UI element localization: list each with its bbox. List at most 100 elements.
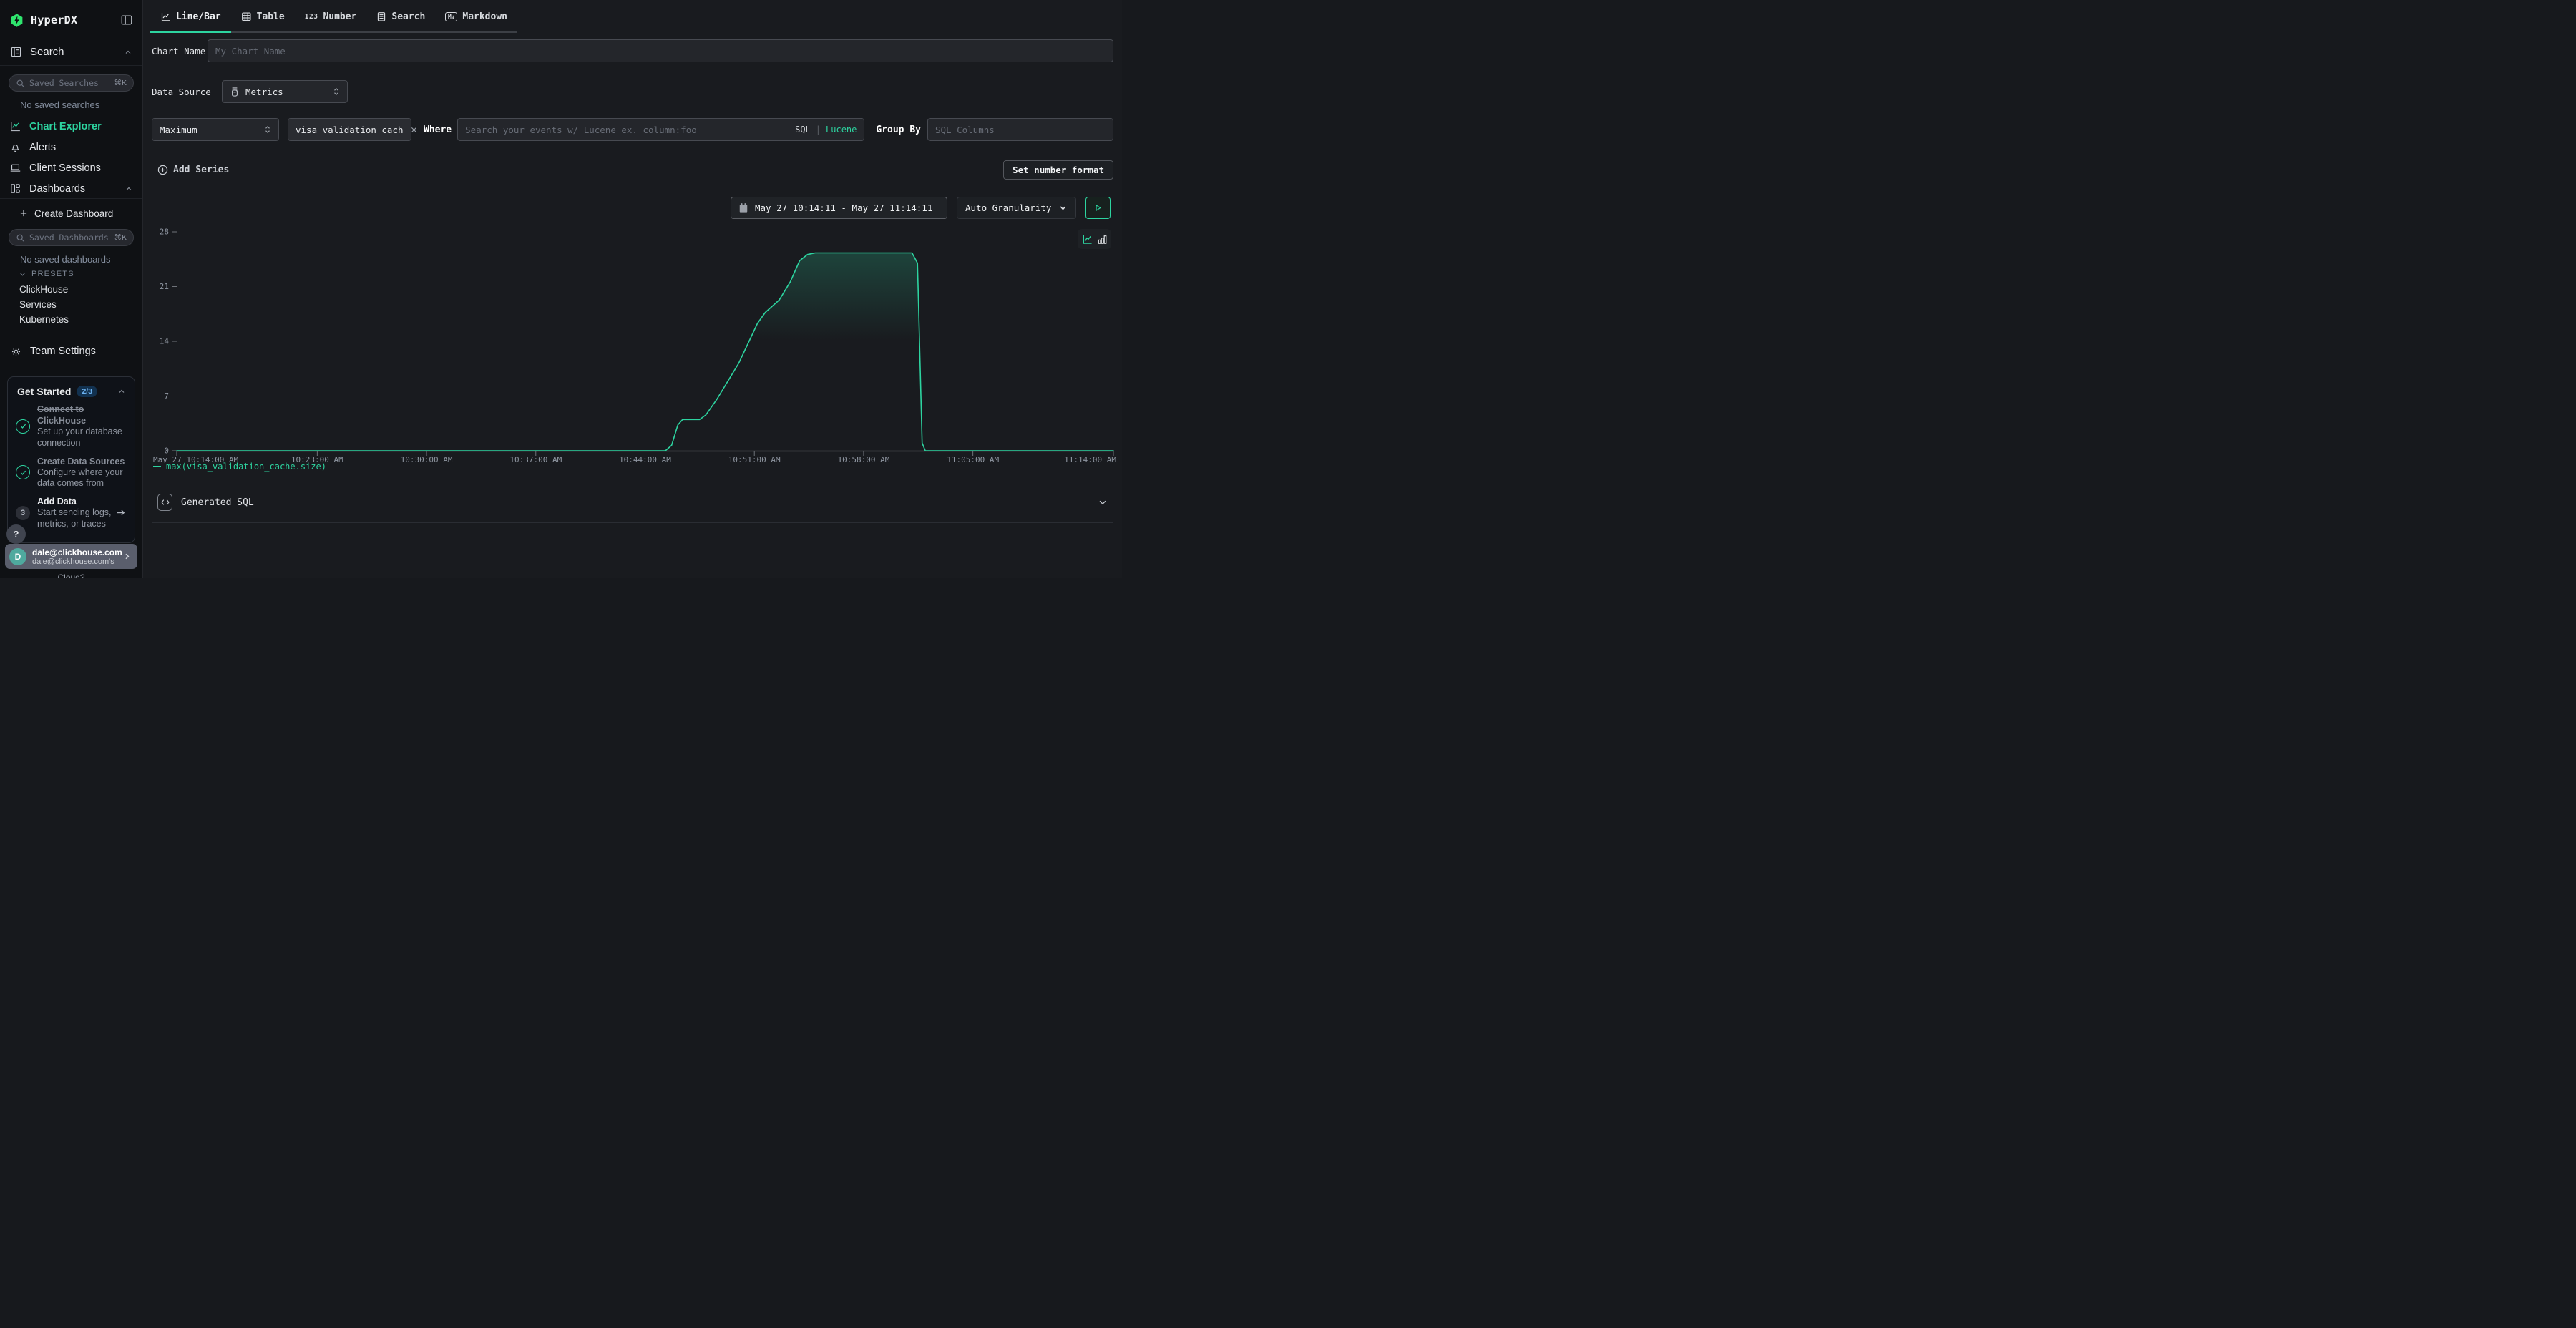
get-started-item-subtitle: Start sending logs, metrics, or traces [37,507,112,530]
svg-text:10:58:00 AM: 10:58:00 AM [838,455,890,463]
saved-searches-input[interactable]: Saved Searches ⌘K [9,74,134,92]
sidebar-collapse-icon[interactable] [120,14,133,26]
sidebar-item-label: Client Sessions [29,162,101,174]
create-dashboard-label: Create Dashboard [34,208,113,219]
get-started-header[interactable]: Get Started 2/3 [8,377,135,397]
granularity-select[interactable]: Auto Granularity [957,197,1076,219]
where-input-wrap: SQL | Lucene [457,118,864,141]
set-number-format-button[interactable]: Set number format [1003,160,1113,180]
preset-kubernetes[interactable]: Kubernetes [19,314,69,325]
generated-sql-section[interactable]: Generated SQL [152,482,1113,523]
sidebar-section-search[interactable]: Search [0,39,142,66]
data-source-label: Data Source [152,87,222,97]
number-123-icon: 123 [305,13,318,21]
chart-name-row: Chart Name [152,39,1113,62]
play-icon [1093,203,1103,213]
database-icon [230,87,240,97]
markdown-icon: M↓ [445,12,457,21]
saved-dashboards-shortcut: ⌘K [114,233,127,242]
no-saved-dashboards-text: No saved dashboards [20,254,110,265]
svg-text:0: 0 [164,446,169,456]
help-button[interactable]: ? [6,524,26,544]
tab-number[interactable]: 123 Number [295,0,367,33]
tab-label: Markdown [462,11,507,22]
svg-text:21: 21 [160,282,169,291]
tab-table[interactable]: Table [231,0,295,33]
preset-services[interactable]: Services [19,299,57,310]
tab-label: Table [257,11,285,22]
select-updown-icon [333,87,340,97]
lucene-toggle[interactable]: Lucene [826,125,857,135]
data-source-row: Data Source Metrics [152,80,1113,103]
sidebar-item-alerts[interactable]: Alerts [0,137,142,157]
create-dashboard-button[interactable]: Create Dashboard [0,205,142,222]
sidebar-item-team-settings[interactable]: Team Settings [0,342,142,361]
run-query-button[interactable] [1085,197,1111,219]
series-config-row: Maximum visa_validation_cach Where SQL |… [152,118,1113,141]
preset-clickhouse[interactable]: ClickHouse [19,284,68,295]
app-title: HyperDX [31,14,77,26]
svg-text:14: 14 [160,337,170,346]
arrow-right-icon [115,507,126,518]
hyperdx-logo-icon [9,13,24,28]
presets-toggle[interactable]: PRESETS [19,270,74,278]
sidebar-item-chart-explorer[interactable]: Chart Explorer [0,116,142,137]
logo-row: HyperDX [0,9,142,31]
generated-sql-label: Generated SQL [181,497,254,508]
user-team: dale@clickhouse.com's [32,557,122,566]
search-icon [16,79,25,88]
chart-line-icon [9,120,21,132]
app: HyperDX Search Saved Searches ⌘K No save… [0,0,1122,578]
chart-toolbar: May 27 10:14:11 - May 27 11:14:11 Auto G… [152,197,1111,219]
chart-name-input[interactable] [208,39,1113,62]
group-by-input[interactable] [927,118,1113,141]
plus-circle-icon [157,165,168,175]
series-actions-row: Add Series Set number format [152,160,1113,180]
remove-metric-icon[interactable] [410,126,418,134]
add-series-button[interactable]: Add Series [157,165,229,175]
user-email: dale@clickhouse.com [32,547,122,557]
get-started-panel: Get Started 2/3 Connect to ClickHouse Se… [7,376,135,543]
sidebar: HyperDX Search Saved Searches ⌘K No save… [0,0,143,578]
sidebar-item-label: Dashboards [29,183,85,195]
tab-search[interactable]: Search [366,0,435,33]
svg-text:10:37:00 AM: 10:37:00 AM [509,455,562,463]
svg-text:11:14:00 AM: 11:14:00 AM [1064,455,1116,463]
laptop-icon [9,162,21,174]
tab-markdown[interactable]: M↓ Markdown [435,0,517,33]
get-started-item-subtitle: Configure where your data comes from [37,467,126,490]
query-language-toggle: SQL | Lucene [795,125,857,135]
get-started-item-title: Create Data Sources [37,456,126,467]
bell-icon [9,141,21,153]
user-menu[interactable]: D dale@clickhouse.com dale@clickhouse.co… [5,544,137,569]
timeseries-chart[interactable]: 07142128May 27 10:14:00 AM10:23:00 AM10:… [143,225,1122,463]
svg-text:10:44:00 AM: 10:44:00 AM [619,455,671,463]
team-settings-label: Team Settings [30,346,96,357]
sidebar-search-label: Search [30,46,64,58]
step-number-badge: 3 [16,506,30,520]
chevron-down-icon [1098,497,1108,507]
get-started-item-connect[interactable]: Connect to ClickHouse Set up your databa… [8,397,135,449]
aggregation-select[interactable]: Maximum [152,118,279,141]
get-started-item-add-data[interactable]: 3 Add Data Start sending logs, metrics, … [8,489,135,530]
search-icon [16,233,25,243]
chart-legend[interactable]: max(visa_validation_cache.size) [153,462,326,472]
get-started-item-data-sources[interactable]: Create Data Sources Configure where your… [8,449,135,490]
date-range-picker[interactable]: May 27 10:14:11 - May 27 11:14:11 [731,197,947,219]
check-circle-icon [16,465,30,479]
check-circle-icon [16,419,30,434]
sidebar-item-client-sessions[interactable]: Client Sessions [0,157,142,178]
sql-toggle[interactable]: SQL [795,125,811,135]
chevron-right-icon [122,552,132,561]
chevron-down-icon [19,270,26,278]
metric-tag[interactable]: visa_validation_cach [288,118,411,141]
data-source-select[interactable]: Metrics [222,80,348,103]
saved-dashboards-input[interactable]: Saved Dashboards ⌘K [9,229,134,246]
where-label: Where [424,125,452,135]
dashboard-grid-icon [9,182,21,195]
aggregation-value: Maximum [160,125,197,135]
saved-searches-placeholder: Saved Searches [29,78,99,88]
no-saved-searches-text: No saved searches [20,99,99,110]
tab-line-bar[interactable]: Line/Bar [150,0,231,33]
sidebar-item-dashboards[interactable]: Dashboards [0,178,142,199]
